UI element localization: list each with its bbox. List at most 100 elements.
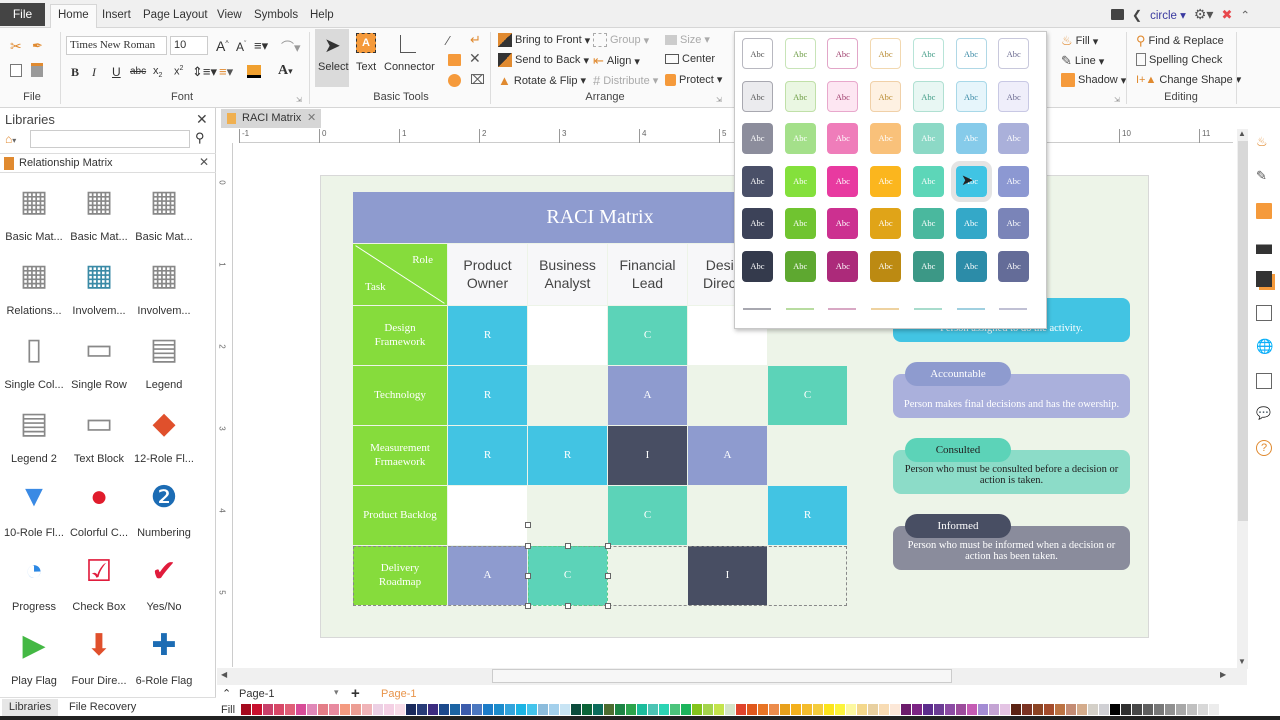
selection-handle[interactable] bbox=[605, 573, 611, 579]
style-swatch[interactable]: Abc bbox=[870, 251, 902, 282]
color-chip[interactable] bbox=[912, 704, 922, 715]
distribute-button[interactable]: # Distribute ▾ bbox=[593, 73, 658, 88]
matrix-cell[interactable]: R bbox=[448, 426, 527, 485]
color-chip[interactable] bbox=[945, 704, 955, 715]
shadow-panel-icon[interactable] bbox=[1256, 203, 1272, 219]
group-button[interactable]: Group ▾ bbox=[593, 33, 649, 47]
comment-icon[interactable]: 💬 bbox=[1256, 406, 1272, 422]
style-swatch[interactable]: Abc bbox=[998, 80, 1030, 112]
selection-handle[interactable] bbox=[525, 543, 531, 549]
style-swatch[interactable]: Abc bbox=[827, 251, 859, 282]
arc-shape-icon[interactable]: ↵ bbox=[470, 32, 481, 48]
line-style-preview[interactable] bbox=[743, 308, 771, 310]
font-name-select[interactable]: Times New Roman bbox=[66, 36, 167, 55]
style-swatch[interactable]: Abc bbox=[827, 123, 859, 155]
size-button[interactable]: Size ▾ bbox=[665, 33, 710, 46]
color-chip[interactable] bbox=[1088, 704, 1098, 715]
color-chip[interactable] bbox=[659, 704, 669, 715]
color-chip[interactable] bbox=[1110, 704, 1120, 715]
style-swatch[interactable]: Abc bbox=[912, 38, 944, 69]
collapse-ribbon-icon[interactable]: ⌃ bbox=[1240, 8, 1250, 22]
style-swatch[interactable]: Abc bbox=[784, 165, 816, 197]
fill-button[interactable]: ♨ Fill ▾ bbox=[1061, 33, 1098, 49]
rotate-handle[interactable] bbox=[525, 522, 531, 528]
shrink-font-icon[interactable]: Aˇ bbox=[236, 40, 246, 54]
style-swatch[interactable]: Abc bbox=[827, 165, 859, 197]
color-chip[interactable] bbox=[1000, 704, 1010, 715]
color-chip[interactable] bbox=[1132, 704, 1142, 715]
share-icon[interactable]: ❮ bbox=[1132, 8, 1142, 22]
selection-handle[interactable] bbox=[525, 573, 531, 579]
color-chip[interactable] bbox=[747, 704, 757, 715]
align-button[interactable]: ⇤ Align ▾ bbox=[593, 53, 640, 69]
color-chip[interactable] bbox=[1033, 704, 1043, 715]
matrix-cell[interactable] bbox=[688, 366, 767, 425]
shadow-button[interactable]: Shadow ▾ bbox=[1061, 73, 1126, 87]
cross-shape-icon[interactable]: ✕ bbox=[469, 50, 481, 67]
color-chip[interactable] bbox=[538, 704, 548, 715]
color-chip[interactable] bbox=[1099, 704, 1109, 715]
library-item[interactable]: ▦ Involvem... bbox=[64, 250, 134, 318]
style-swatch[interactable]: Abc bbox=[784, 251, 816, 282]
color-chip[interactable] bbox=[1022, 704, 1032, 715]
color-chip[interactable] bbox=[956, 704, 966, 715]
spelling-check-button[interactable]: Spelling Check bbox=[1136, 53, 1222, 66]
tab-home[interactable]: Home bbox=[50, 4, 97, 29]
color-chip[interactable] bbox=[637, 704, 647, 715]
color-chip[interactable] bbox=[351, 704, 361, 715]
matrix-cell[interactable]: C bbox=[608, 486, 687, 545]
matrix-cell[interactable] bbox=[768, 426, 847, 485]
style-swatch[interactable]: Abc bbox=[742, 251, 773, 282]
tab-help[interactable]: Help bbox=[303, 5, 341, 28]
color-chip[interactable] bbox=[505, 704, 515, 715]
style-swatch[interactable]: Abc bbox=[870, 38, 902, 69]
page-select-dropdown-icon[interactable]: ▾ bbox=[334, 687, 339, 698]
style-swatch[interactable]: Abc bbox=[870, 165, 902, 197]
attachment-icon[interactable] bbox=[1256, 373, 1272, 389]
library-item[interactable]: ◆ 12-Role Fl... bbox=[129, 398, 199, 466]
bold-button[interactable]: B bbox=[71, 65, 79, 80]
arrange-dialog-launcher[interactable]: ⇲ bbox=[716, 96, 722, 104]
color-chip[interactable] bbox=[252, 704, 262, 715]
color-chip[interactable] bbox=[516, 704, 526, 715]
color-chip[interactable] bbox=[560, 704, 570, 715]
style-swatch[interactable]: Abc bbox=[870, 208, 902, 240]
add-page-button[interactable]: + bbox=[351, 685, 360, 702]
color-chip[interactable] bbox=[890, 704, 900, 715]
selection-handle[interactable] bbox=[605, 543, 611, 549]
color-chip[interactable] bbox=[1165, 704, 1175, 715]
color-chip[interactable] bbox=[1077, 704, 1087, 715]
color-chip[interactable] bbox=[604, 704, 614, 715]
style-swatch[interactable]: Abc bbox=[998, 38, 1030, 69]
tab-insert[interactable]: Insert bbox=[95, 5, 138, 28]
document-tab[interactable]: RACI Matrix ✕ bbox=[221, 109, 321, 128]
color-chip[interactable] bbox=[1011, 704, 1021, 715]
color-chip[interactable] bbox=[417, 704, 427, 715]
color-chip[interactable] bbox=[329, 704, 339, 715]
color-chip[interactable] bbox=[1187, 704, 1197, 715]
image-panel-icon[interactable] bbox=[1256, 238, 1272, 254]
library-item[interactable]: ● Colorful C... bbox=[64, 472, 134, 539]
style-swatch[interactable]: Abc bbox=[955, 251, 987, 282]
style-swatch[interactable]: Abc bbox=[742, 38, 773, 69]
subscript-button[interactable]: x2 bbox=[153, 65, 162, 79]
line-spacing-icon[interactable]: ⇕≡▾ bbox=[192, 64, 217, 80]
color-chip[interactable] bbox=[901, 704, 911, 715]
style-swatch[interactable]: Abc bbox=[827, 38, 859, 69]
color-chip[interactable] bbox=[813, 704, 823, 715]
line-style-preview[interactable] bbox=[999, 308, 1028, 310]
page-properties-icon[interactable] bbox=[1256, 305, 1272, 321]
style-swatch[interactable]: Abc bbox=[912, 251, 944, 282]
matrix-cell[interactable]: A bbox=[688, 426, 767, 485]
style-swatch[interactable]: Abc bbox=[742, 80, 773, 112]
matrix-cell[interactable] bbox=[688, 486, 767, 545]
style-dialog-launcher[interactable]: ⇲ bbox=[1114, 96, 1120, 104]
line-button[interactable]: ✎ Line ▾ bbox=[1061, 53, 1104, 69]
color-chip[interactable] bbox=[615, 704, 625, 715]
color-chip[interactable] bbox=[1143, 704, 1153, 715]
color-chip[interactable] bbox=[1066, 704, 1076, 715]
library-item[interactable]: ▶ Play Flag bbox=[0, 620, 69, 688]
tab-libraries[interactable]: Libraries bbox=[2, 699, 58, 716]
color-chip[interactable] bbox=[241, 704, 251, 715]
cut-icon[interactable]: ✂ bbox=[10, 38, 22, 55]
